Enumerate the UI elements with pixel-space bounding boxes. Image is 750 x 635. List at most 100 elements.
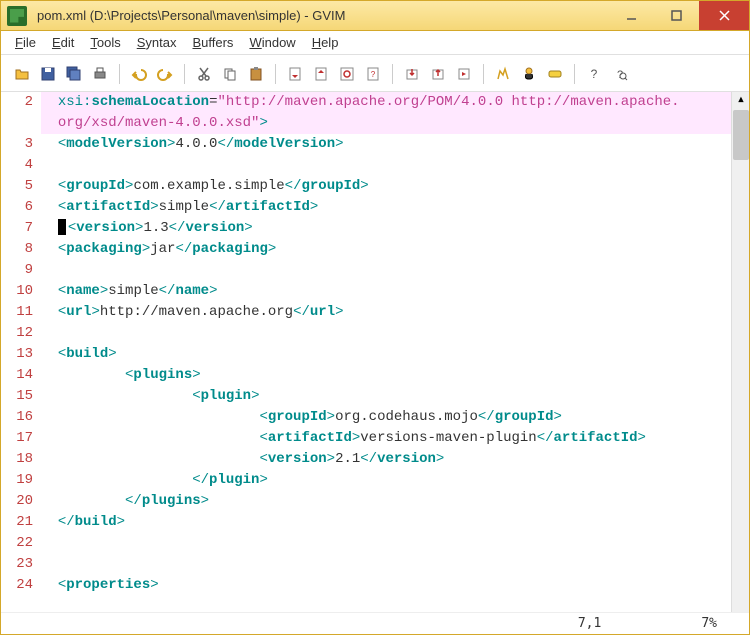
- line-number: 24: [1, 575, 33, 596]
- code-line[interactable]: xsi:schemaLocation="http://maven.apache.…: [41, 92, 731, 113]
- code-line[interactable]: <name>simple</name>: [41, 281, 731, 302]
- code-line[interactable]: <packaging>jar</packaging>: [41, 239, 731, 260]
- code-line[interactable]: </plugin>: [41, 470, 731, 491]
- line-number: 16: [1, 407, 33, 428]
- line-number: 23: [1, 554, 33, 575]
- menu-buffers[interactable]: Buffers: [186, 33, 239, 52]
- line-number: 10: [1, 281, 33, 302]
- code-line[interactable]: [41, 554, 731, 575]
- line-number: 5: [1, 176, 33, 197]
- code-line[interactable]: [41, 533, 731, 554]
- line-number: 7: [1, 218, 33, 239]
- line-number: 12: [1, 323, 33, 344]
- menu-help[interactable]: Help: [306, 33, 345, 52]
- window-title: pom.xml (D:\Projects\Personal\maven\simp…: [33, 8, 609, 23]
- line-number: 6: [1, 197, 33, 218]
- code-line[interactable]: [41, 323, 731, 344]
- code-line[interactable]: <url>http://maven.apache.org</url>: [41, 302, 731, 323]
- svg-text:?: ?: [371, 70, 376, 79]
- code-line[interactable]: </build>: [41, 512, 731, 533]
- line-number: 21: [1, 512, 33, 533]
- line-number: 13: [1, 344, 33, 365]
- menu-edit[interactable]: Edit: [46, 33, 80, 52]
- find-help-icon[interactable]: ?: [609, 63, 631, 85]
- toolbar-separator: [574, 64, 575, 84]
- find-icon[interactable]: ?: [362, 63, 384, 85]
- line-number: [1, 113, 33, 134]
- help-icon[interactable]: ?: [583, 63, 605, 85]
- undo-icon[interactable]: [128, 63, 150, 85]
- code-line[interactable]: <groupId>org.codehaus.mojo</groupId>: [41, 407, 731, 428]
- code-line[interactable]: <version>1.3</version>: [41, 218, 731, 239]
- code-line[interactable]: <build>: [41, 344, 731, 365]
- editor[interactable]: 23456789101112131415161718192021222324 x…: [1, 92, 749, 612]
- menubar: File Edit Tools Syntax Buffers Window He…: [1, 31, 749, 55]
- line-number: 4: [1, 155, 33, 176]
- toolbar-separator: [184, 64, 185, 84]
- statusbar: 7,1 7%: [1, 612, 749, 634]
- print-icon[interactable]: [89, 63, 111, 85]
- save-all-icon[interactable]: [63, 63, 85, 85]
- copy-icon[interactable]: [219, 63, 241, 85]
- line-number: 22: [1, 533, 33, 554]
- toolbar-separator: [483, 64, 484, 84]
- paste-icon[interactable]: [245, 63, 267, 85]
- titlebar[interactable]: pom.xml (D:\Projects\Personal\maven\simp…: [1, 1, 749, 31]
- menu-syntax[interactable]: Syntax: [131, 33, 183, 52]
- line-number: 14: [1, 365, 33, 386]
- code-line[interactable]: <version>2.1</version>: [41, 449, 731, 470]
- window-controls: [609, 1, 749, 30]
- close-button[interactable]: [699, 1, 749, 30]
- line-number: 20: [1, 491, 33, 512]
- toolbar-separator: [119, 64, 120, 84]
- tags-icon[interactable]: [544, 63, 566, 85]
- run-script-icon[interactable]: [453, 63, 475, 85]
- save-icon[interactable]: [37, 63, 59, 85]
- code-line[interactable]: <modelVersion>4.0.0</modelVersion>: [41, 134, 731, 155]
- redo-icon[interactable]: [154, 63, 176, 85]
- toolbar: ???: [1, 55, 749, 92]
- line-number-gutter: 23456789101112131415161718192021222324: [1, 92, 41, 612]
- line-number: 3: [1, 134, 33, 155]
- line-number: 8: [1, 239, 33, 260]
- code-line[interactable]: <plugins>: [41, 365, 731, 386]
- vertical-scrollbar[interactable]: ▴: [731, 92, 749, 612]
- code-line[interactable]: <properties>: [41, 575, 731, 596]
- menu-file[interactable]: File: [9, 33, 42, 52]
- replace-icon[interactable]: [336, 63, 358, 85]
- gvim-window: pom.xml (D:\Projects\Personal\maven\simp…: [0, 0, 750, 635]
- line-number: 18: [1, 449, 33, 470]
- code-line[interactable]: org/xsd/maven-4.0.0.xsd">: [41, 113, 731, 134]
- maximize-button[interactable]: [654, 1, 699, 30]
- svg-text:?: ?: [591, 67, 598, 81]
- shell-icon[interactable]: [518, 63, 540, 85]
- code-line[interactable]: [41, 155, 731, 176]
- code-line[interactable]: <artifactId>versions-maven-plugin</artif…: [41, 428, 731, 449]
- cursor-position: 7,1: [578, 616, 601, 631]
- find-next-icon[interactable]: [310, 63, 332, 85]
- menu-window[interactable]: Window: [243, 33, 301, 52]
- minimize-button[interactable]: [609, 1, 654, 30]
- code-line[interactable]: <artifactId>simple</artifactId>: [41, 197, 731, 218]
- code-line[interactable]: [41, 260, 731, 281]
- scroll-thumb[interactable]: [733, 110, 749, 160]
- line-number: 15: [1, 386, 33, 407]
- make-icon[interactable]: [492, 63, 514, 85]
- toolbar-separator: [392, 64, 393, 84]
- cut-icon[interactable]: [193, 63, 215, 85]
- code-content[interactable]: xsi:schemaLocation="http://maven.apache.…: [41, 92, 731, 612]
- load-session-icon[interactable]: [401, 63, 423, 85]
- find-prev-icon[interactable]: [284, 63, 306, 85]
- line-number: 9: [1, 260, 33, 281]
- menu-tools[interactable]: Tools: [84, 33, 126, 52]
- code-line[interactable]: <plugin>: [41, 386, 731, 407]
- code-line[interactable]: <groupId>com.example.simple</groupId>: [41, 176, 731, 197]
- open-icon[interactable]: [11, 63, 33, 85]
- scroll-up-icon[interactable]: ▴: [733, 92, 749, 108]
- line-number: 2: [1, 92, 33, 113]
- line-number: 11: [1, 302, 33, 323]
- app-icon: [7, 6, 27, 26]
- save-session-icon[interactable]: [427, 63, 449, 85]
- line-number: 17: [1, 428, 33, 449]
- code-line[interactable]: </plugins>: [41, 491, 731, 512]
